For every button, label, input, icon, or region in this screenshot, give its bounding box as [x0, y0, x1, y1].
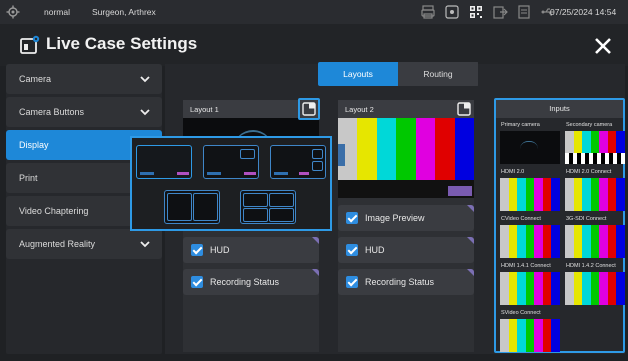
checkbox-checked[interactable]: [191, 244, 203, 256]
input-source-label: HDMI 2.0 Connect: [566, 169, 612, 175]
layout-2-header: Layout 2: [338, 100, 474, 118]
status-icons: [420, 4, 556, 20]
layout-option-pip[interactable]: [203, 145, 259, 179]
tab-routing[interactable]: Routing: [398, 62, 478, 86]
layout-2-recording-status-option[interactable]: Recording Status: [338, 269, 474, 295]
screen-settings-icon: [20, 35, 40, 54]
storage-icon[interactable]: [516, 4, 532, 20]
checkbox-checked[interactable]: [346, 276, 358, 288]
view-tabs: Layouts Routing: [318, 62, 479, 86]
input-source-hdmi-1-4-1-connect[interactable]: HDMI 1.4.1 Connect: [500, 263, 561, 307]
checkbox-checked[interactable]: [346, 212, 358, 224]
close-button[interactable]: [592, 35, 614, 57]
sidebar-item-augmented-reality[interactable]: Augmented Reality: [6, 229, 162, 259]
input-thumbnail: [500, 272, 561, 305]
corner-marker: [312, 269, 319, 276]
corner-marker: [467, 205, 474, 212]
qr-code-icon[interactable]: [468, 4, 484, 20]
preview-side-tab: [338, 144, 345, 166]
printer-icon[interactable]: [420, 4, 436, 20]
corner-marker: [467, 237, 474, 244]
live-case-settings-screen: normal Surgeon, Arthrex 07/25/2024 14:54…: [0, 0, 628, 361]
inputs-panel: Inputs Primary camera Secondary camera H…: [494, 98, 626, 354]
color-bars: [338, 118, 474, 180]
record-icon[interactable]: [444, 4, 460, 20]
layout-option-quad[interactable]: [240, 190, 296, 224]
input-source-3g-sdi-connect[interactable]: 3G-SDI Connect: [565, 216, 626, 260]
user-label: Surgeon, Arthrex: [92, 7, 156, 17]
layout-select-icon[interactable]: [457, 102, 471, 116]
input-source-label: Secondary camera: [566, 122, 613, 128]
input-thumbnail: [565, 178, 626, 211]
chevron-down-icon: [140, 76, 150, 83]
input-thumbnail: [500, 131, 560, 164]
layout-option-pip-double[interactable]: [270, 145, 326, 179]
layout-option-side-by-side[interactable]: [164, 190, 220, 224]
chevron-down-icon: [140, 241, 150, 248]
input-source-label: 3G-SDI Connect: [566, 216, 607, 222]
gear-icon[interactable]: [6, 5, 20, 19]
datetime-label: 07/25/2024 14:54: [550, 7, 617, 17]
input-source-label: CVideo Connect: [501, 216, 541, 222]
input-source-hdmi-2-0-connect[interactable]: HDMI 2.0 Connect: [565, 169, 626, 213]
input-thumbnail: [500, 225, 561, 258]
option-label: HUD: [210, 245, 230, 255]
layout-2-title: Layout 2: [345, 105, 374, 114]
corner-marker: [467, 269, 474, 276]
sidebar-item-label: Display: [19, 140, 49, 150]
input-source-label: SVideo Connect: [501, 310, 541, 316]
inputs-title: Inputs: [496, 100, 623, 118]
layout-2-image-preview-option[interactable]: Image Preview: [338, 205, 474, 231]
layout-2-preview[interactable]: [338, 118, 474, 198]
input-thumbnail: [500, 319, 561, 352]
sidebar-item-label: Video Chaptering: [19, 206, 89, 216]
layout-1-title: Layout 1: [190, 105, 219, 114]
input-thumbnail: [565, 272, 626, 305]
sidebar-item-camera-buttons[interactable]: Camera Buttons: [6, 97, 162, 127]
option-label: HUD: [365, 245, 385, 255]
page-title: Live Case Settings: [46, 34, 198, 53]
export-icon[interactable]: [492, 4, 508, 20]
layout-picker-popover: [130, 136, 332, 231]
input-source-label: HDMI 2.0: [501, 169, 525, 175]
input-thumbnail: [565, 131, 626, 164]
sidebar-item-label: Camera Buttons: [19, 107, 85, 117]
preview-badge: [448, 186, 472, 196]
title-bar: Live Case Settings: [0, 24, 628, 66]
sidebar-item-label: Print: [19, 173, 38, 183]
input-source-secondary-camera[interactable]: Secondary camera: [565, 122, 626, 166]
option-label: Recording Status: [210, 277, 280, 287]
input-source-primary-camera[interactable]: Primary camera: [500, 122, 560, 166]
input-source-label: Primary camera: [501, 122, 540, 128]
layout-select-icon: [302, 102, 316, 116]
sidebar-item-camera[interactable]: Camera: [6, 64, 162, 94]
checkbox-checked[interactable]: [346, 244, 358, 256]
input-source-label: HDMI 1.4.2 Connect: [566, 263, 616, 269]
input-source-cvideo-connect[interactable]: CVideo Connect: [500, 216, 561, 260]
layout-2-hud-option[interactable]: HUD: [338, 237, 474, 263]
mode-label: normal: [44, 7, 70, 17]
input-source-hdmi-1-4-2-connect[interactable]: HDMI 1.4.2 Connect: [565, 263, 626, 307]
status-bar: normal Surgeon, Arthrex 07/25/2024 14:54: [0, 0, 628, 24]
tab-layouts[interactable]: Layouts: [318, 62, 398, 86]
option-label: Recording Status: [365, 277, 435, 287]
corner-marker: [312, 237, 319, 244]
sidebar-item-label: Augmented Reality: [19, 239, 96, 249]
sidebar-item-label: Camera: [19, 74, 52, 84]
layout-option-single[interactable]: [136, 145, 192, 179]
input-thumbnail: [565, 225, 626, 258]
layout-1-select-button[interactable]: [298, 98, 320, 120]
option-label: Image Preview: [365, 213, 425, 223]
layout-1-hud-option[interactable]: HUD: [183, 237, 319, 263]
chevron-down-icon: [140, 109, 150, 116]
input-source-hdmi-2-0[interactable]: HDMI 2.0: [500, 169, 561, 213]
input-source-svideo-connect[interactable]: SVideo Connect: [500, 310, 561, 354]
layout-1-recording-status-option[interactable]: Recording Status: [183, 269, 319, 295]
input-thumbnail: [500, 178, 561, 211]
input-source-label: HDMI 1.4.1 Connect: [501, 263, 551, 269]
checkbox-checked[interactable]: [191, 276, 203, 288]
